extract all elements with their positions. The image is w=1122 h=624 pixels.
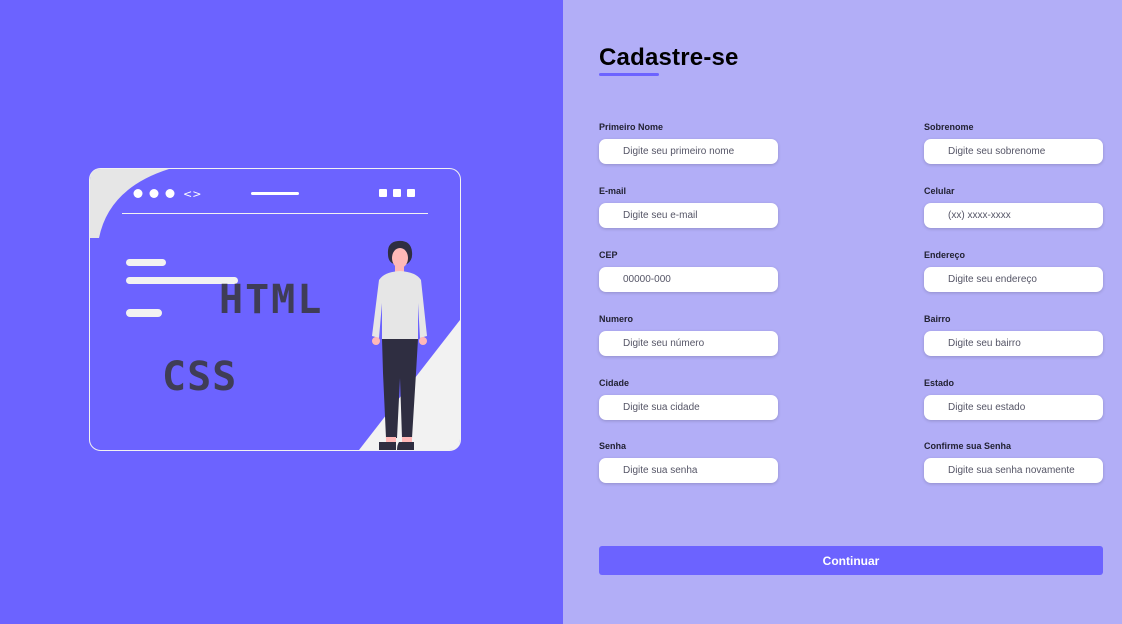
page-title: Cadastre-se [599,44,739,71]
state-input[interactable] [924,395,1103,420]
confirm-password-input[interactable] [924,458,1103,483]
number-label: Numero [599,314,634,324]
first-name-label: Primeiro Nome [599,122,664,132]
text-line-placeholder [126,309,162,317]
city-field-group: Cidade [599,378,779,420]
first-name-field-group: Primeiro Nome [599,122,779,164]
state-field-group: Estado [924,378,1104,420]
last-name-field-group: Sobrenome [924,122,1104,164]
neighborhood-input[interactable] [924,331,1103,356]
window-square-icon [393,189,401,197]
window-dot-icon [133,189,143,198]
first-name-input[interactable] [599,139,778,164]
city-input[interactable] [599,395,778,420]
web-developer-illustration: <> HTML CSS [89,168,461,451]
address-input[interactable] [924,267,1103,292]
confirm-password-label: Confirme sua Senha [924,441,1012,451]
neighborhood-label: Bairro [924,314,951,324]
state-label: Estado [924,378,955,388]
phone-label: Celular [924,186,955,196]
email-field-group: E-mail [599,186,779,228]
cep-field-group: CEP [599,250,779,292]
neighborhood-field-group: Bairro [924,314,1104,356]
address-field-group: Endereço [924,250,1104,292]
phone-field-group: Celular [924,186,1104,228]
number-field-group: Numero [599,314,779,356]
continue-button[interactable]: Continuar [599,546,1103,575]
city-label: Cidade [599,378,630,388]
css-text: CSS [162,354,237,400]
password-label: Senha [599,441,627,451]
email-label: E-mail [599,186,627,196]
phone-input[interactable] [924,203,1103,228]
title-underline [599,73,659,76]
cep-label: CEP [599,250,618,260]
password-field-group: Senha [599,441,779,483]
window-square-icon [379,189,387,197]
nav-arrows-icon: <> [183,188,201,201]
last-name-input[interactable] [924,139,1103,164]
cep-input[interactable] [599,267,778,292]
signup-page: <> HTML CSS Cadastre-se Primeiro Nome Di… [0,0,1122,624]
email-input[interactable] [599,203,778,228]
illustration-panel: <> HTML CSS [0,0,563,624]
window-dot-icon [165,189,175,198]
html-text: HTML [219,277,323,323]
window-square-icon [407,189,415,197]
form-panel: Cadastre-se Primeiro Nome Sobrenome E-ma… [563,0,1122,624]
confirm-password-field-group: Confirme sua Senha [924,441,1104,483]
last-name-label: Sobrenome [924,122,974,132]
address-label: Endereço [924,250,966,260]
window-dot-icon [149,189,159,198]
password-input[interactable] [599,458,778,483]
text-line-placeholder [126,259,166,266]
number-input[interactable] [599,331,778,356]
address-bar-line [251,192,299,195]
